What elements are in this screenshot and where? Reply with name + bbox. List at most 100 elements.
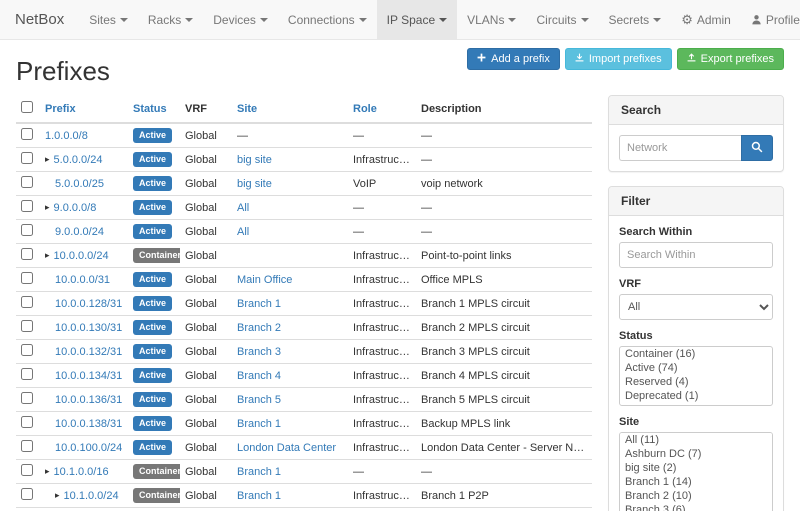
prefix-link[interactable]: 5.0.0.0/25 bbox=[55, 178, 104, 190]
site-link[interactable]: Branch 1 bbox=[232, 508, 348, 511]
prefix-link[interactable]: 10.0.0.134/31 bbox=[55, 370, 122, 382]
site-link[interactable]: All bbox=[232, 220, 348, 244]
site-link[interactable]: Branch 1 bbox=[232, 484, 348, 508]
site-link[interactable]: Main Office bbox=[232, 268, 348, 292]
prefix-link[interactable]: 10.0.0.132/31 bbox=[55, 346, 122, 358]
prefix-link[interactable]: 10.0.0.0/31 bbox=[55, 274, 110, 286]
netbox-logo[interactable]: NetBox bbox=[0, 0, 79, 39]
filter-option[interactable]: Active (74) bbox=[620, 361, 772, 375]
filter-option[interactable]: Deprecated (1) bbox=[620, 389, 772, 403]
table-row: 10.0.0.0/31 Active Global Main Office In… bbox=[16, 268, 592, 292]
row-checkbox[interactable] bbox=[21, 176, 33, 188]
row-checkbox[interactable] bbox=[21, 272, 33, 284]
page-title: Prefixes bbox=[16, 56, 110, 87]
filter-option[interactable]: Branch 1 (14) bbox=[620, 475, 772, 489]
admin-link[interactable]: ⚙Admin bbox=[671, 0, 741, 39]
prefix-link[interactable]: 10.1.0.0/24 bbox=[64, 490, 119, 502]
search-within-input[interactable] bbox=[619, 242, 773, 268]
site-link[interactable]: big site bbox=[232, 172, 348, 196]
chevron-down-icon bbox=[653, 18, 661, 22]
prefix-link[interactable]: 10.0.0.138/31 bbox=[55, 418, 122, 430]
prefix-link[interactable]: 10.0.100.0/24 bbox=[55, 442, 122, 454]
filter-option[interactable]: Branch 2 (10) bbox=[620, 489, 772, 503]
description-cell: Branch 3 MPLS circuit bbox=[416, 340, 592, 364]
row-checkbox[interactable] bbox=[21, 248, 33, 260]
prefix-link[interactable]: 10.0.0.128/31 bbox=[55, 298, 122, 310]
row-checkbox[interactable] bbox=[21, 200, 33, 212]
search-input[interactable] bbox=[619, 135, 741, 161]
site-link[interactable]: All bbox=[232, 196, 348, 220]
export-prefixes-button[interactable]: Export prefixes bbox=[677, 48, 784, 70]
row-checkbox[interactable] bbox=[21, 344, 33, 356]
site-link[interactable]: Branch 1 bbox=[232, 412, 348, 436]
status-badge: Active bbox=[133, 224, 172, 239]
expand-arrow-icon: ▸ bbox=[55, 490, 60, 501]
select-all-checkbox[interactable] bbox=[21, 101, 33, 113]
row-checkbox[interactable] bbox=[21, 152, 33, 164]
table-row: 10.0.0.134/31 Active Global Branch 4 Inf… bbox=[16, 364, 592, 388]
content: Prefix Status VRF Site Role Description … bbox=[0, 91, 800, 511]
role-cell: Infrastructure bbox=[348, 364, 416, 388]
site-link[interactable]: Branch 5 bbox=[232, 388, 348, 412]
prefix-link[interactable]: 10.0.0.136/31 bbox=[55, 394, 122, 406]
col-site[interactable]: Site bbox=[232, 95, 348, 123]
site-link[interactable]: Branch 1 bbox=[232, 292, 348, 316]
import-prefixes-button[interactable]: Import prefixes bbox=[565, 48, 672, 70]
chevron-down-icon bbox=[185, 18, 193, 22]
nav-vlans[interactable]: VLANs bbox=[457, 0, 526, 39]
vrf-filter-select[interactable]: All bbox=[619, 294, 773, 320]
nav-devices[interactable]: Devices bbox=[203, 0, 278, 39]
import-icon bbox=[575, 53, 584, 65]
search-button[interactable] bbox=[741, 135, 773, 161]
prefix-link[interactable]: 10.1.0.0/16 bbox=[54, 466, 109, 478]
col-description: Description bbox=[416, 95, 592, 123]
nav-connections[interactable]: Connections bbox=[278, 0, 377, 39]
row-checkbox[interactable] bbox=[21, 296, 33, 308]
prefix-link[interactable]: 9.0.0.0/8 bbox=[54, 202, 97, 214]
nav-circuits[interactable]: Circuits bbox=[526, 0, 598, 39]
row-checkbox[interactable] bbox=[21, 392, 33, 404]
filter-option[interactable]: big site (2) bbox=[620, 461, 772, 475]
table-row: 10.0.0.136/31 Active Global Branch 5 Inf… bbox=[16, 388, 592, 412]
status-badge: Active bbox=[133, 368, 172, 383]
nav-racks[interactable]: Racks bbox=[138, 0, 203, 39]
prefix-link[interactable]: 10.0.0.130/31 bbox=[55, 322, 122, 334]
filter-option[interactable]: Reserved (4) bbox=[620, 375, 772, 389]
row-checkbox[interactable] bbox=[21, 128, 33, 140]
filter-option[interactable]: All (11) bbox=[620, 433, 772, 447]
site-link[interactable]: big site bbox=[232, 148, 348, 172]
row-checkbox[interactable] bbox=[21, 224, 33, 236]
add-prefix-button[interactable]: Add a prefix bbox=[467, 48, 560, 70]
filter-option[interactable]: Ashburn DC (7) bbox=[620, 447, 772, 461]
status-badge: Active bbox=[133, 416, 172, 431]
site-link[interactable]: Branch 4 bbox=[232, 364, 348, 388]
row-checkbox[interactable] bbox=[21, 488, 33, 500]
row-checkbox[interactable] bbox=[21, 416, 33, 428]
site-link[interactable]: London Data Center bbox=[232, 436, 348, 460]
prefix-link[interactable]: 10.0.0.0/24 bbox=[54, 250, 109, 262]
profile-link[interactable]: Profile bbox=[741, 0, 800, 39]
col-role[interactable]: Role bbox=[348, 95, 416, 123]
prefix-link[interactable]: 1.0.0.0/8 bbox=[45, 130, 88, 142]
row-checkbox[interactable] bbox=[21, 368, 33, 380]
prefix-link[interactable]: 5.0.0.0/24 bbox=[54, 154, 103, 166]
row-checkbox[interactable] bbox=[21, 440, 33, 452]
col-prefix[interactable]: Prefix bbox=[40, 95, 128, 123]
site-link[interactable]: Branch 3 bbox=[232, 340, 348, 364]
filter-option[interactable]: Branch 3 (6) bbox=[620, 503, 772, 511]
filter-option[interactable]: Container (16) bbox=[620, 347, 772, 361]
status-filter-list[interactable]: Container (16)Active (74)Reserved (4)Dep… bbox=[619, 346, 773, 406]
nav-ip-space[interactable]: IP Space bbox=[377, 0, 457, 39]
nav-secrets[interactable]: Secrets bbox=[599, 0, 672, 39]
row-checkbox[interactable] bbox=[21, 320, 33, 332]
site-filter-list[interactable]: All (11)Ashburn DC (7)big site (2)Branch… bbox=[619, 432, 773, 511]
row-checkbox[interactable] bbox=[21, 464, 33, 476]
prefix-table: Prefix Status VRF Site Role Description … bbox=[16, 95, 592, 511]
nav-sites[interactable]: Sites bbox=[79, 0, 138, 39]
navbar-right: ⚙Admin Profile Log out bbox=[671, 0, 800, 39]
site-filter-label: Site bbox=[619, 416, 773, 428]
col-status[interactable]: Status bbox=[128, 95, 180, 123]
site-link[interactable]: Branch 2 bbox=[232, 316, 348, 340]
site-link[interactable]: Branch 1 bbox=[232, 460, 348, 484]
prefix-link[interactable]: 9.0.0.0/24 bbox=[55, 226, 104, 238]
